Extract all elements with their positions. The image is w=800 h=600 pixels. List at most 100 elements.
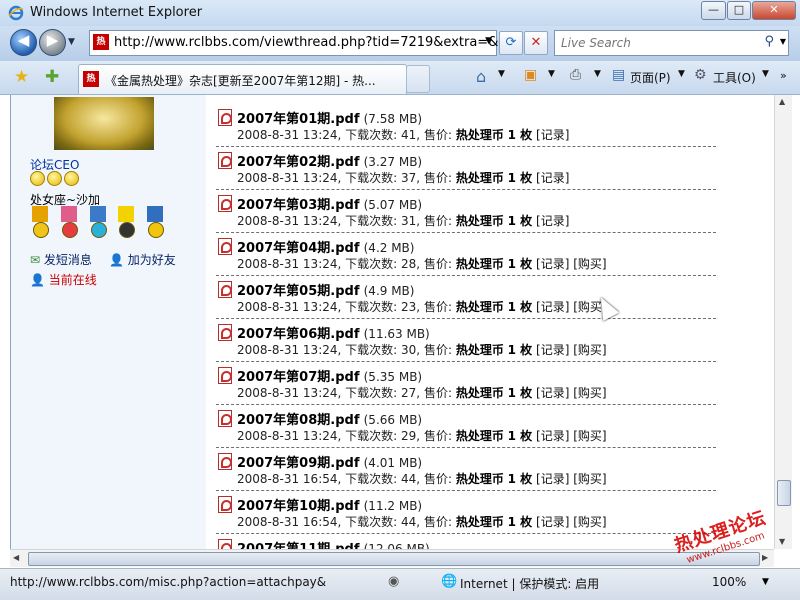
attachment-link[interactable]: 2007年第07期.pdf [237, 370, 359, 385]
price-currency: 热处理币 [455, 515, 504, 529]
address-bar[interactable]: 热 http://www.rclbbs.com/viewthread.php?t… [89, 30, 523, 56]
record-link[interactable]: [记录] [536, 300, 569, 314]
home-dropdown-icon[interactable]: ▼ [498, 69, 505, 79]
attachment-link[interactable]: 2007年第05期.pdf [237, 284, 359, 299]
refresh-icon[interactable]: ⟳ [499, 31, 523, 55]
send-message-link[interactable]: ✉ 发短消息 [30, 251, 92, 268]
price-amount: 1 枚 [507, 171, 533, 185]
downloads-label: 下载次数: [345, 128, 398, 142]
tab-current[interactable]: 热 《金属热处理》杂志[更新至2007年第12期] - 热... [78, 64, 407, 94]
search-options-dropdown[interactable]: ▼ [780, 37, 786, 46]
record-link[interactable]: [记录] [536, 128, 569, 142]
attachment-link[interactable]: 2007年第08期.pdf [237, 413, 359, 428]
attachment-link[interactable]: 2007年第02期.pdf [237, 155, 359, 170]
print-icon[interactable]: ⎙ [570, 67, 581, 83]
back-button[interactable]: ◀ [10, 29, 37, 56]
buy-link[interactable]: [购买] [573, 472, 606, 486]
attachment-link[interactable]: 2007年第10期.pdf [237, 499, 359, 514]
record-link[interactable]: [记录] [536, 429, 569, 443]
zoom-dropdown-icon[interactable]: ▼ [762, 577, 769, 587]
price-label: 售价: [423, 472, 452, 486]
tab-label: 《金属热处理》杂志[更新至2007年第12期] - 热... [105, 74, 376, 88]
page-dropdown-icon[interactable]: ▼ [678, 69, 685, 79]
horizontal-scroll-thumb[interactable] [28, 552, 760, 566]
record-link[interactable]: [记录] [536, 472, 569, 486]
page-menu[interactable]: 页面(P) [630, 69, 671, 86]
attachment-meta: 2008-8-31 13:24, 下载次数: 28, 售价: 热处理币 1 枚 … [237, 257, 607, 271]
tools-menu[interactable]: 工具(O) [713, 69, 756, 86]
stop-icon[interactable]: ✕ [524, 31, 548, 55]
search-box[interactable]: ⚲ ▼ [554, 30, 789, 56]
search-icon[interactable]: ⚲ [764, 34, 774, 49]
favorites-star-icon[interactable]: ★ [14, 67, 29, 87]
attachment-link[interactable]: 2007年第06期.pdf [237, 327, 359, 342]
forward-button[interactable]: ▶ [39, 29, 66, 56]
attachment-link[interactable]: 2007年第11期.pdf [237, 542, 359, 549]
zoom-level[interactable]: 100% [712, 575, 746, 589]
download-count: 30 [401, 343, 417, 357]
attachment-size: (5.66 MB) [363, 413, 423, 427]
record-link[interactable]: [记录] [536, 214, 569, 228]
command-bar: ★ ✚ 热 《金属热处理》杂志[更新至2007年第12期] - 热... ⌂ ▼… [0, 61, 800, 95]
table-row: 2007年第05期.pdf (4.9 MB) 2008-8-31 13:24, 下… [216, 275, 716, 319]
pdf-icon [218, 109, 232, 126]
record-link[interactable]: [记录] [536, 515, 569, 529]
vertical-scroll-thumb[interactable] [777, 480, 791, 506]
search-input[interactable] [559, 34, 758, 52]
home-icon[interactable]: ⌂ [476, 67, 486, 86]
attachment-size: (12.06 MB) [363, 542, 430, 549]
buy-link[interactable]: [购买] [573, 386, 606, 400]
record-link[interactable]: [记录] [536, 343, 569, 357]
back-arrow-icon: ◀ [17, 31, 30, 49]
minimize-button[interactable]: — [701, 1, 726, 20]
recent-pages-dropdown[interactable]: ▼ [68, 37, 75, 47]
smiley-icon [30, 171, 45, 186]
address-url[interactable]: http://www.rclbbs.com/viewthread.php?tid… [114, 35, 523, 50]
user-profile-panel: 论坛CEO 处女座~沙加 ✉ 发短消息 👤 加为好友 👤 当前在线 [11, 95, 206, 549]
attachment-link[interactable]: 2007年第09期.pdf [237, 456, 359, 471]
security-zone[interactable]: Internet | 保护模式: 启用 [460, 575, 599, 592]
download-count: 23 [401, 300, 417, 314]
record-link[interactable]: [记录] [536, 171, 569, 185]
feeds-dropdown-icon[interactable]: ▼ [548, 69, 555, 79]
vertical-scrollbar[interactable]: ▲ ▼ [774, 95, 792, 549]
downloads-label: 下载次数: [345, 429, 398, 443]
price-label: 售价: [423, 257, 452, 271]
maximize-button[interactable]: □ [727, 1, 751, 20]
online-label: 当前在线 [48, 273, 97, 287]
attachment-link[interactable]: 2007年第04期.pdf [237, 241, 359, 256]
scroll-left-icon[interactable]: ◀ [13, 553, 19, 562]
pdf-icon [218, 367, 232, 384]
record-link[interactable]: [记录] [536, 257, 569, 271]
price-currency: 热处理币 [455, 257, 504, 271]
price-currency: 热处理币 [455, 171, 504, 185]
medal-icon [30, 206, 50, 240]
download-count: 44 [401, 515, 417, 529]
attachment-link[interactable]: 2007年第03期.pdf [237, 198, 359, 213]
buy-link[interactable]: [购买] [573, 429, 606, 443]
buy-link[interactable]: [购买] [573, 257, 606, 271]
buy-link[interactable]: [购买] [573, 515, 606, 529]
new-tab-button[interactable] [406, 65, 430, 93]
more-commands-icon[interactable]: » [780, 69, 787, 82]
add-friend-link[interactable]: 👤 加为好友 [109, 251, 176, 268]
scroll-up-icon[interactable]: ▲ [779, 97, 785, 106]
address-dropdown-icon[interactable]: ▼ [485, 36, 492, 46]
print-dropdown-icon[interactable]: ▼ [594, 69, 601, 79]
privacy-icon[interactable]: ◉ [388, 574, 399, 589]
horizontal-scrollbar[interactable]: ◀ ▶ [10, 549, 774, 567]
buy-link[interactable]: [购买] [573, 343, 606, 357]
add-favorites-icon[interactable]: ✚ [45, 67, 59, 87]
feeds-icon[interactable]: ▣ [524, 67, 537, 83]
tools-dropdown-icon[interactable]: ▼ [762, 69, 769, 79]
medal-list [30, 206, 170, 243]
attachment-size: (5.35 MB) [363, 370, 423, 384]
download-count: 29 [401, 429, 417, 443]
rank-stars [30, 171, 81, 189]
pdf-icon [218, 410, 232, 427]
record-link[interactable]: [记录] [536, 386, 569, 400]
price-amount: 1 枚 [507, 386, 533, 400]
attachment-meta: 2008-8-31 13:24, 下载次数: 23, 售价: 热处理币 1 枚 … [237, 300, 607, 314]
attachment-link[interactable]: 2007年第01期.pdf [237, 112, 359, 127]
close-button[interactable]: ✕ [752, 1, 796, 20]
